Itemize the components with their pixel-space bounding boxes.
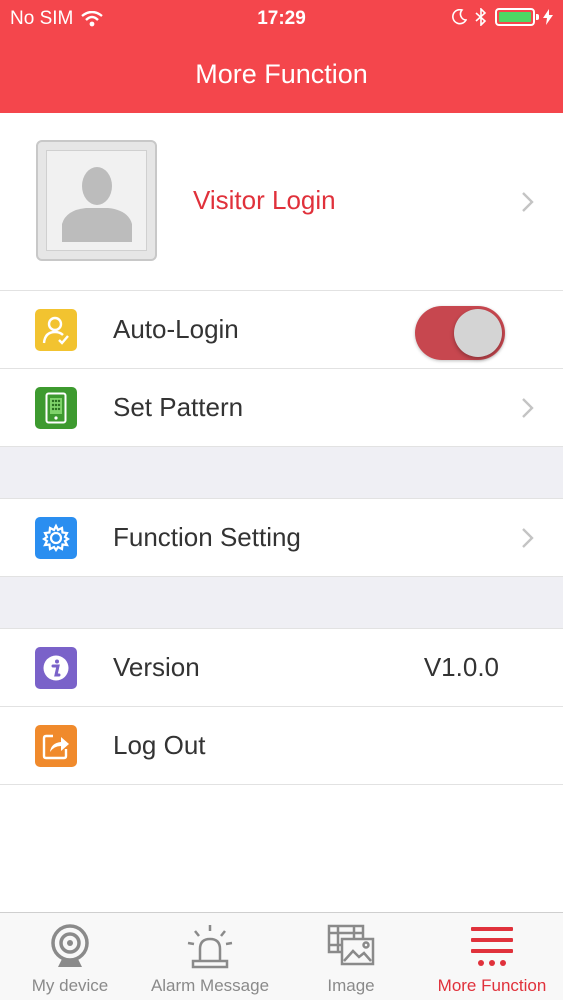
battery-icon: [495, 8, 539, 26]
tab-label: Alarm Message: [150, 976, 270, 995]
auto-login-label: Auto-Login: [113, 314, 239, 344]
section-separator: [0, 577, 563, 629]
set-pattern-label: Set Pattern: [113, 392, 244, 422]
tab-bar: My device Alarm Message Image More Funct…: [0, 912, 563, 1000]
chevron-right-icon: [522, 192, 534, 212]
tab-alarm-message[interactable]: Alarm Message: [140, 913, 280, 1000]
set-pattern-row[interactable]: Set Pattern: [0, 369, 563, 447]
tab-label: My device: [31, 976, 109, 995]
avatar: [36, 140, 157, 261]
user-check-icon: [35, 309, 77, 351]
function-setting-label: Function Setting: [113, 522, 301, 552]
profile-row[interactable]: Visitor Login: [0, 113, 563, 291]
function-setting-row[interactable]: Function Setting: [0, 499, 563, 577]
tab-image[interactable]: Image: [281, 913, 421, 1000]
auto-login-toggle[interactable]: [415, 306, 505, 360]
charging-icon: [543, 9, 553, 25]
gear-icon: [35, 517, 77, 559]
tab-more-function[interactable]: More Function: [422, 913, 562, 1000]
section-separator: [0, 447, 563, 499]
phone-keypad-icon: [35, 387, 77, 429]
navigation-bar: More Function: [0, 38, 563, 113]
auto-login-row: Auto-Login: [0, 291, 563, 369]
toggle-knob: [454, 309, 502, 357]
tab-label: Image: [327, 976, 375, 995]
chevron-right-icon: [522, 528, 534, 548]
version-row: Version V1.0.0: [0, 629, 563, 707]
chevron-right-icon: [522, 398, 534, 418]
share-out-icon: [35, 725, 77, 767]
status-bar: No SIM 17:29: [0, 0, 563, 38]
version-value: V1.0.0: [423, 652, 499, 682]
tab-label: More Function: [437, 976, 547, 995]
tab-my-device[interactable]: My device: [0, 913, 140, 1000]
status-icons: [451, 8, 553, 26]
page-title: More Function: [195, 59, 368, 89]
version-label: Version: [113, 652, 200, 682]
image-gallery-icon: [327, 924, 375, 966]
moon-icon: [452, 9, 467, 25]
bluetooth-icon: [475, 8, 487, 26]
alarm-siren-icon: [187, 925, 233, 969]
menu-lines-icon: [471, 927, 513, 966]
user-silhouette-icon: [62, 167, 132, 242]
info-icon: [35, 647, 77, 689]
log-out-row[interactable]: Log Out: [0, 707, 563, 785]
log-out-label: Log Out: [113, 730, 206, 760]
visitor-login-label: Visitor Login: [193, 185, 336, 215]
webcam-icon: [51, 924, 89, 967]
